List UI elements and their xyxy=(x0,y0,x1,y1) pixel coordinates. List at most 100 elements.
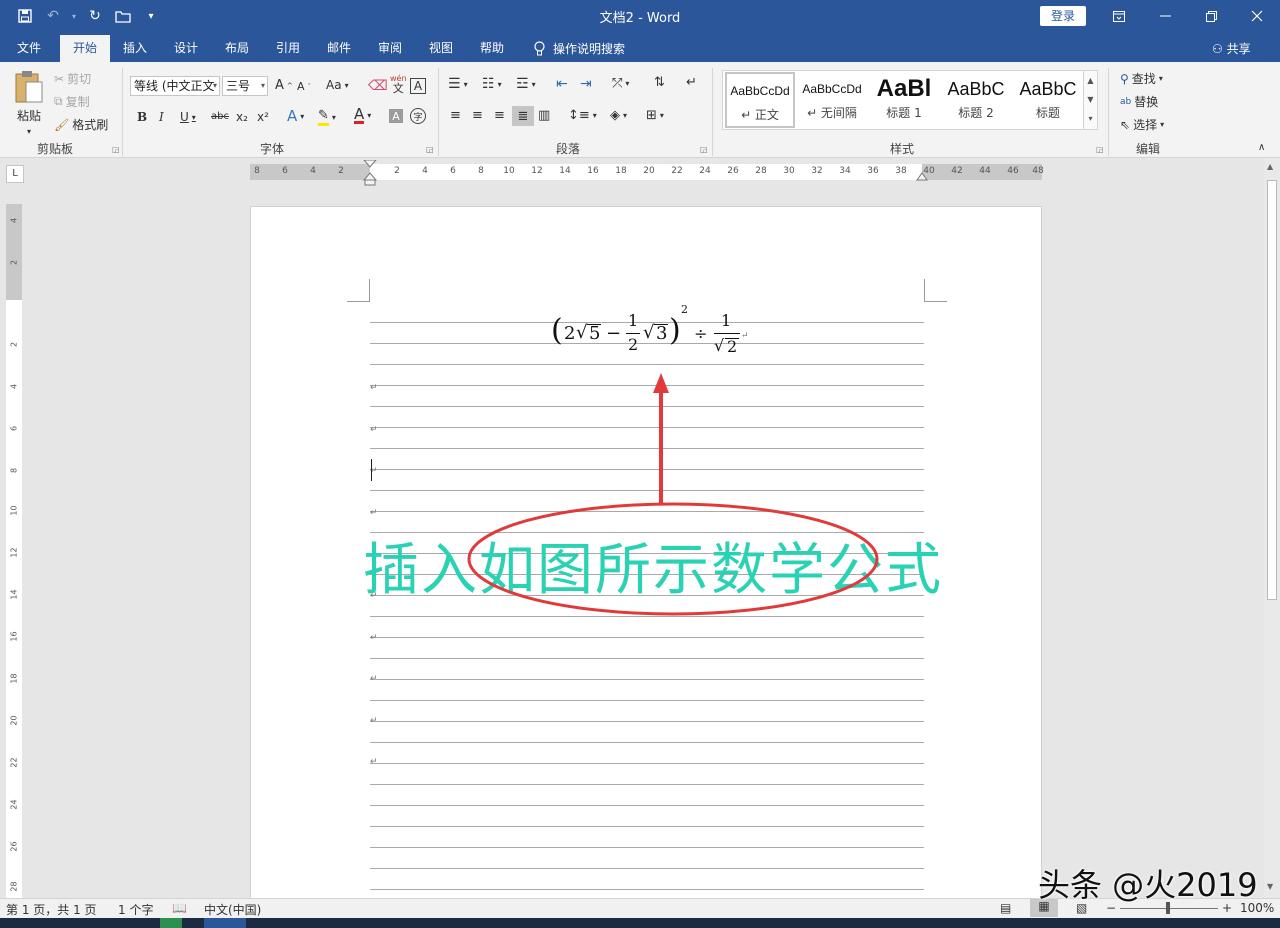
tab-home[interactable]: 开始 xyxy=(60,35,110,62)
share-button[interactable]: ⚇ 共享 xyxy=(1212,40,1251,57)
horizontal-ruler[interactable]: 8 6 4 2 2 4 6 8 10 12 14 16 18 20 22 24 … xyxy=(250,160,1044,186)
replace-label: 替换 xyxy=(1134,95,1159,109)
underline-button[interactable]: U ▾ xyxy=(180,110,196,124)
tab-design[interactable]: 设计 xyxy=(164,35,208,62)
sort-icon[interactable]: ⇅ xyxy=(654,75,665,90)
font-size-combo[interactable]: 三号 ▾ xyxy=(222,76,268,96)
enclose-characters-button[interactable]: 字 xyxy=(410,108,426,124)
tab-selector[interactable]: L xyxy=(6,165,24,183)
tab-references[interactable]: 引用 xyxy=(266,35,310,62)
paragraph-launcher-icon[interactable]: ◲ xyxy=(700,145,708,154)
clipboard-launcher-icon[interactable]: ◲ xyxy=(112,145,120,154)
change-case-button[interactable]: Aa ▾ xyxy=(326,78,349,92)
show-paragraph-marks-icon[interactable]: ↵ xyxy=(686,75,697,90)
subscript-button[interactable]: x₂ xyxy=(236,110,248,124)
font-color-icon[interactable]: A ▾ xyxy=(354,107,371,124)
right-indent-marker-icon[interactable] xyxy=(916,172,928,181)
tab-help[interactable]: 帮助 xyxy=(470,35,514,62)
styles-scroll-down-icon[interactable]: ▼ xyxy=(1083,90,1097,109)
style-title[interactable]: AaBbC 标题 xyxy=(1013,72,1083,128)
style-normal[interactable]: AaBbCcDd ↵ 正文 xyxy=(725,72,795,128)
cut-button[interactable]: ✂ 剪切 xyxy=(54,70,91,87)
page-count[interactable]: 第 1 页，共 1 页 xyxy=(6,901,97,918)
clear-formatting-icon[interactable]: ⌫ xyxy=(368,78,388,94)
styles-launcher-icon[interactable]: ◲ xyxy=(1096,145,1104,154)
strikethrough-button[interactable]: abc xyxy=(211,111,229,122)
watermark-text: 头条 @火2019 xyxy=(1038,866,1258,904)
taskbar-word-icon[interactable] xyxy=(204,918,246,928)
scroll-down-icon[interactable]: ▼ xyxy=(1267,882,1273,891)
tab-layout[interactable]: 布局 xyxy=(215,35,259,62)
proofing-icon[interactable]: 📖 xyxy=(172,901,187,915)
person-icon: ⚇ xyxy=(1212,42,1223,56)
line-spacing-icon[interactable]: ↕≡ ▾ xyxy=(568,108,597,123)
styles-scroll-up-icon[interactable]: ▲ xyxy=(1083,71,1097,90)
style-heading-1[interactable]: AaBl 标题 1 xyxy=(869,72,939,128)
ruler-tick: 14 xyxy=(559,166,571,176)
style-no-spacing[interactable]: AaBbCcDd ↵ 无间隔 xyxy=(797,72,867,128)
multilevel-list-icon[interactable]: ☲ ▾ xyxy=(516,76,536,92)
login-button[interactable]: 登录 xyxy=(1040,6,1086,26)
italic-button[interactable]: I xyxy=(159,110,164,124)
font-launcher-icon[interactable]: ◲ xyxy=(426,145,434,154)
tab-review[interactable]: 审阅 xyxy=(368,35,412,62)
find-label: 查找 xyxy=(1131,72,1156,86)
shading-icon[interactable]: ◈ ▾ xyxy=(610,108,627,123)
copy-button[interactable]: ⧉ 复制 xyxy=(54,93,90,110)
document-page[interactable]: ↵ ↵ ↵ ↵ ↵ ↵ ↵ ↵ ↵ ( 2 √ 5 − 1 2 √ 3 ) 2 … xyxy=(250,206,1042,900)
format-painter-button[interactable]: 🖌 格式刷 xyxy=(54,116,108,133)
paste-button[interactable]: 粘贴 ▾ xyxy=(14,70,44,136)
ribbon-display-options-icon[interactable] xyxy=(1096,0,1142,32)
restore-icon[interactable] xyxy=(1188,0,1234,32)
phonetic-guide-button[interactable]: wén 文 xyxy=(390,74,407,94)
justify-icon[interactable]: ≣ xyxy=(512,106,534,126)
distributed-icon[interactable]: ▥ xyxy=(538,108,550,123)
style-heading-2[interactable]: AaBbC 标题 2 xyxy=(941,72,1011,128)
ruler-tick: 14 xyxy=(9,589,19,600)
indent-marker-icon[interactable] xyxy=(362,160,378,186)
align-left-icon[interactable]: ≡ xyxy=(450,108,461,123)
numbering-icon[interactable]: ☷ ▾ xyxy=(482,76,502,92)
bullets-icon[interactable]: ☰ ▾ xyxy=(448,76,468,92)
minimize-icon[interactable] xyxy=(1142,0,1188,32)
vertical-ruler[interactable]: 4 2 2 4 6 8 10 12 14 16 18 20 22 24 26 2… xyxy=(6,204,22,898)
text-effects-icon[interactable]: A ▾ xyxy=(287,107,304,125)
bold-button[interactable]: B xyxy=(137,110,147,124)
taskbar-app-icon[interactable] xyxy=(160,918,182,928)
tab-insert[interactable]: 插入 xyxy=(113,35,157,62)
read-mode-icon[interactable]: ▤ xyxy=(1000,901,1011,915)
close-icon[interactable] xyxy=(1234,0,1280,32)
ruler-tick: 22 xyxy=(671,166,683,176)
tell-me-search[interactable]: 操作说明搜索 xyxy=(534,40,625,57)
align-right-icon[interactable]: ≡ xyxy=(494,108,505,123)
chinese-layout-icon[interactable]: ⤱ ▾ xyxy=(612,76,629,91)
character-shading-button[interactable]: A xyxy=(389,109,403,123)
ruler-tick: 46 xyxy=(1007,166,1019,176)
font-name-combo[interactable]: 等线 (中文正文 ▾ xyxy=(130,76,220,96)
word-count[interactable]: 1 个字 xyxy=(118,901,153,918)
language-indicator[interactable]: 中文(中国) xyxy=(204,901,261,918)
red-ellipse-icon xyxy=(467,502,879,616)
collapse-ribbon-icon[interactable]: ∧ xyxy=(1258,142,1265,153)
increase-indent-icon[interactable]: ⇥ xyxy=(580,76,592,92)
shrink-font-icon[interactable]: Aˇ xyxy=(297,80,311,93)
scroll-up-icon[interactable]: ▲ xyxy=(1267,162,1273,171)
scrollbar-thumb[interactable] xyxy=(1267,180,1277,600)
align-center-icon[interactable]: ≡ xyxy=(472,108,483,123)
copy-icon: ⧉ xyxy=(54,94,63,108)
styles-more-icon[interactable]: ▾ xyxy=(1083,109,1097,129)
tab-view[interactable]: 视图 xyxy=(419,35,463,62)
superscript-button[interactable]: x² xyxy=(257,110,269,124)
character-border-button[interactable]: A xyxy=(410,78,426,94)
highlight-color-icon[interactable]: ✎ ▾ xyxy=(318,108,336,126)
grow-font-icon[interactable]: A ^ xyxy=(275,78,293,93)
font-name-value: 等线 (中文正文 xyxy=(134,79,215,93)
tab-file[interactable]: 文件 xyxy=(6,35,52,62)
vertical-scrollbar[interactable]: ▲ ▼ xyxy=(1264,158,1280,898)
find-button[interactable]: ⚲ 查找 ▾ xyxy=(1120,70,1163,87)
replace-button[interactable]: ab 替换 xyxy=(1120,93,1158,110)
select-button[interactable]: ⇖ 选择 ▾ xyxy=(1120,116,1164,133)
decrease-indent-icon[interactable]: ⇤ xyxy=(556,76,568,92)
borders-icon[interactable]: ⊞ ▾ xyxy=(646,108,664,123)
tab-mailings[interactable]: 邮件 xyxy=(317,35,361,62)
